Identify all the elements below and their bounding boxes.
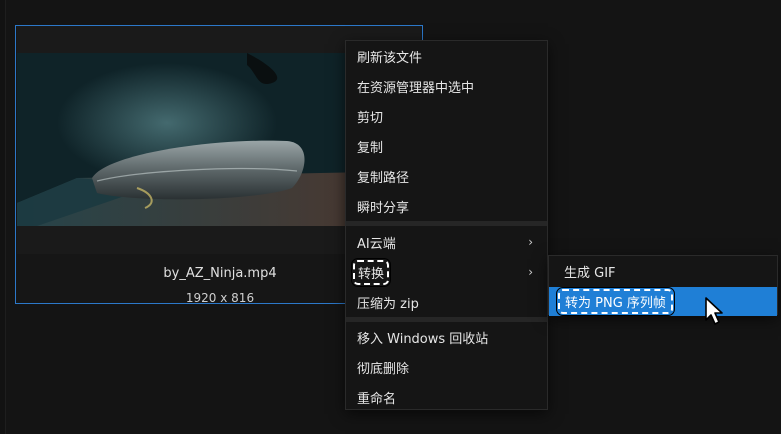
chevron-right-icon: › xyxy=(528,265,533,279)
menu-item-label: 瞬时分享 xyxy=(357,200,410,216)
submenu-item-label: 转为 PNG 序列帧 xyxy=(556,287,675,316)
menu-item-label: 复制路径 xyxy=(357,170,410,186)
chevron-right-icon: › xyxy=(528,235,533,249)
menu-item-label: 剪切 xyxy=(357,110,384,126)
menu-item-label: 移入 Windows 回收站 xyxy=(357,331,489,347)
menu-item-label: 在资源管理器中选中 xyxy=(357,80,475,96)
menu-item-copy-path[interactable]: 复制路径 xyxy=(346,161,547,191)
menu-item-delete-permanently[interactable]: 彻底删除 xyxy=(346,352,547,382)
submenu-item-generate-gif[interactable]: 生成 GIF xyxy=(549,257,777,286)
menu-item-copy[interactable]: 复制 xyxy=(346,131,547,161)
menu-item-label: 转换 xyxy=(350,257,392,287)
menu-item-rename[interactable]: 重命名 xyxy=(346,382,547,412)
submenu-item-png-sequence[interactable]: 转为 PNG 序列帧 xyxy=(549,287,777,316)
menu-item-compress-zip[interactable]: 压缩为 zip xyxy=(346,287,547,317)
menu-separator xyxy=(346,221,547,226)
menu-item-instant-share[interactable]: 瞬时分享 xyxy=(346,191,547,221)
left-panel-edge xyxy=(0,0,6,434)
menu-item-label: AI云端 xyxy=(357,236,396,252)
mouse-pointer-icon xyxy=(705,297,723,325)
menu-item-ai-cloud[interactable]: AI云端 › xyxy=(346,227,547,257)
menu-item-label: 复制 xyxy=(357,140,384,156)
context-menu: 刷新该文件 在资源管理器中选中 剪切 复制 复制路径 瞬时分享 AI云端 › 转… xyxy=(345,40,548,410)
menu-item-cut[interactable]: 剪切 xyxy=(346,101,547,131)
submenu-item-label: 生成 GIF xyxy=(564,266,616,281)
menu-item-label: 重命名 xyxy=(357,391,397,407)
menu-item-reveal-in-explorer[interactable]: 在资源管理器中选中 xyxy=(346,71,547,101)
menu-item-label: 压缩为 zip xyxy=(357,296,419,312)
convert-submenu: 生成 GIF 转为 PNG 序列帧 xyxy=(548,255,778,316)
app-window: by_AZ_Ninja.mp4 1920 x 816 刷新该文件 在资源管理器中… xyxy=(0,0,781,434)
menu-item-refresh-file[interactable]: 刷新该文件 xyxy=(346,41,547,71)
menu-item-label: 刷新该文件 xyxy=(357,50,423,66)
menu-item-convert[interactable]: 转换 › xyxy=(346,257,547,287)
menu-item-move-to-recycle-bin[interactable]: 移入 Windows 回收站 xyxy=(346,322,547,352)
menu-item-label: 彻底删除 xyxy=(357,361,410,377)
